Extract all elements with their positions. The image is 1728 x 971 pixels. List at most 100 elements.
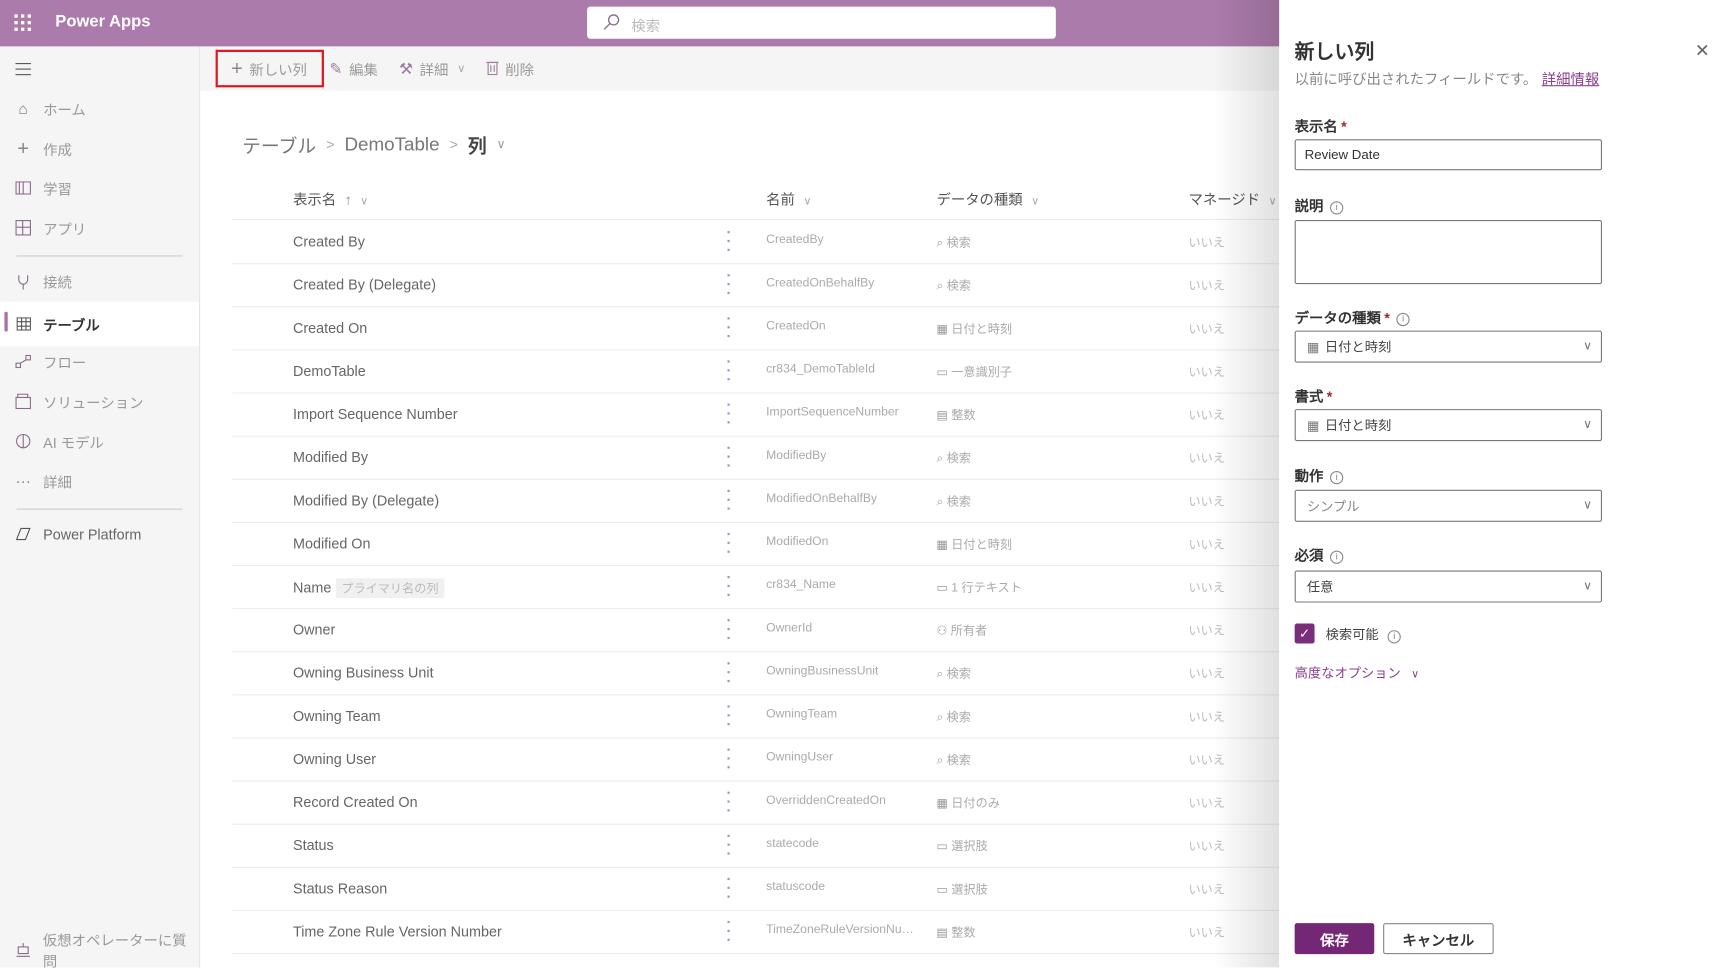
chevron-down-icon[interactable]: ∨ — [497, 137, 506, 151]
sidebar-item-solutions[interactable]: ソリューション — [0, 383, 199, 421]
column-header-name[interactable]: 名前 ∨ — [766, 188, 811, 209]
table-row[interactable]: Owning Team OwningTeam ⌕ 検索 いいえ — [232, 694, 1280, 739]
more-options-icon[interactable] — [727, 274, 731, 295]
solution-icon — [14, 392, 32, 410]
info-icon[interactable]: i — [1330, 470, 1344, 484]
display-name-cell[interactable]: Owner — [293, 621, 335, 638]
more-options-icon[interactable] — [727, 877, 731, 898]
display-name-cell[interactable]: Modified By (Delegate) — [293, 492, 439, 509]
table-row[interactable]: Name プライマリ名の列 cr834_Name ▭ 1 行テキスト いいえ — [232, 565, 1280, 610]
column-header-display-name[interactable]: 表示名 ↑ ∨ — [293, 188, 368, 209]
sidebar-item-home[interactable]: ⌂ ホーム — [0, 90, 199, 128]
more-options-icon[interactable] — [727, 920, 731, 941]
breadcrumb-current[interactable]: 列 — [468, 130, 487, 158]
display-name-cell[interactable]: Time Zone Rule Version Number — [293, 923, 502, 940]
app-title[interactable]: Power Apps — [55, 12, 150, 31]
sidebar-item-connections[interactable]: 接続 — [0, 262, 199, 300]
info-icon[interactable]: i — [1330, 550, 1344, 564]
display-name-cell[interactable]: Created On — [293, 320, 367, 337]
display-name-cell[interactable]: Modified On — [293, 535, 370, 552]
behavior-dropdown[interactable]: シンプル ∨ — [1294, 489, 1603, 522]
display-name-cell[interactable]: Record Created On — [293, 794, 418, 811]
table-row[interactable]: DemoTable cr834_DemoTableId ▭ 一意識別子 いいえ — [232, 349, 1280, 394]
more-options-icon[interactable] — [727, 231, 731, 251]
more-options-icon[interactable] — [727, 317, 731, 338]
learn-more-link[interactable]: 詳細情報 — [1542, 71, 1600, 88]
display-name-cell[interactable]: Status — [293, 837, 334, 854]
display-name-cell[interactable]: Created By — [293, 233, 365, 250]
display-name-cell[interactable]: Import Sequence Number — [293, 406, 458, 423]
display-name-cell[interactable]: Created By (Delegate) — [293, 276, 436, 293]
sidebar-item-tables[interactable]: テーブル — [0, 301, 200, 347]
table-row[interactable]: Import Sequence Number ImportSequenceNumb… — [232, 392, 1280, 437]
close-icon[interactable]: ✕ — [1695, 40, 1710, 62]
more-options-icon[interactable] — [727, 619, 731, 640]
more-options-icon[interactable] — [727, 532, 731, 553]
breadcrumb-table[interactable]: DemoTable — [344, 133, 439, 155]
advanced-options-toggle[interactable]: 高度なオプション ∨ — [1295, 663, 1420, 682]
display-name-input[interactable]: Review Date — [1294, 139, 1603, 171]
more-options-icon[interactable] — [727, 403, 731, 424]
choice-type-icon: ▭ — [936, 883, 948, 897]
table-row[interactable]: Created By (Delegate) CreatedOnBehalfBy ⌕ 検… — [232, 263, 1280, 308]
table-row[interactable]: Modified By ModifiedBy ⌕ 検索 いいえ — [232, 436, 1280, 480]
more-options-icon[interactable] — [727, 834, 731, 855]
info-icon[interactable]: i — [1330, 200, 1344, 215]
display-name-cell[interactable]: DemoTable — [293, 363, 366, 380]
display-name-cell[interactable]: Name プライマリ名の列 — [293, 578, 445, 599]
virtual-agent-button[interactable]: 仮想オペレーターに質問 — [0, 931, 199, 970]
hamburger-menu-icon[interactable] — [15, 63, 31, 80]
sidebar-item-flows[interactable]: フロー — [0, 343, 199, 381]
format-dropdown[interactable]: ▦ 日付と時刻 ∨ — [1294, 409, 1603, 442]
sidebar-item-power-platform[interactable]: Power Platform — [0, 515, 199, 553]
more-options-icon[interactable] — [727, 360, 731, 381]
display-name-cell[interactable]: Owning Business Unit — [293, 664, 434, 681]
sidebar-item-apps[interactable]: アプリ — [0, 209, 199, 247]
table-row[interactable]: Created On CreatedOn ▦ 日付と時刻 いいえ — [232, 306, 1280, 351]
more-options-icon[interactable] — [727, 576, 731, 596]
column-header-data-type[interactable]: データの種類 ∨ — [936, 188, 1039, 209]
more-options-icon[interactable] — [727, 489, 731, 510]
table-row[interactable]: Status statecode ▭ 選択肢 いいえ — [232, 824, 1280, 868]
chevron-down-icon: ∨ — [360, 195, 369, 208]
sidebar-item-more[interactable]: ··· 詳細 — [0, 462, 199, 500]
info-icon[interactable]: i — [1396, 312, 1410, 326]
data-type-dropdown[interactable]: ▦ 日付と時刻 ∨ — [1294, 330, 1603, 363]
more-options-icon[interactable] — [727, 791, 731, 812]
more-options-icon[interactable] — [727, 748, 731, 769]
chevron-down-icon: ∨ — [1583, 579, 1593, 593]
breadcrumb-tables[interactable]: テーブル — [242, 130, 316, 158]
display-name-cell[interactable]: Owning User — [293, 751, 376, 768]
data-type-cell: ▦ 日付と時刻 — [936, 320, 1012, 338]
save-button[interactable]: 保存 — [1294, 923, 1375, 955]
display-name-cell[interactable]: Modified By — [293, 449, 368, 466]
delete-button[interactable]: 削除 — [486, 46, 534, 90]
table-row[interactable]: Time Zone Rule Version Number TimeZoneRul… — [232, 910, 1280, 955]
table-row[interactable]: Modified On ModifiedOn ▦ 日付と時刻 いいえ — [232, 522, 1280, 567]
table-row[interactable]: Status Reason statuscode ▭ 選択肢 いいえ — [232, 867, 1280, 912]
searchable-checkbox[interactable]: ✓ — [1294, 623, 1315, 644]
info-icon[interactable]: i — [1387, 629, 1401, 643]
table-row[interactable]: Owning User OwningUser ⌕ 検索 いいえ — [232, 737, 1280, 782]
app-launcher-icon[interactable] — [14, 14, 32, 32]
display-name-cell[interactable]: Status Reason — [293, 880, 387, 897]
table-row[interactable]: Created By CreatedBy ⌕ 検索 いいえ — [232, 220, 1280, 265]
advanced-button[interactable]: ⚒ 詳細 ∨ — [399, 46, 465, 90]
required-dropdown[interactable]: 任意 ∨ — [1294, 570, 1603, 603]
table-row[interactable]: Owning Business Unit OwningBusinessUnit ⌕ 検… — [232, 651, 1280, 696]
more-options-icon[interactable] — [727, 662, 731, 683]
cancel-button[interactable]: キャンセル — [1383, 923, 1494, 955]
search-box[interactable]: 検索 — [587, 6, 1056, 39]
sidebar-item-ai-models[interactable]: AI モデル — [0, 422, 199, 460]
description-textarea[interactable] — [1294, 220, 1603, 285]
sidebar-item-create[interactable]: + 作成 — [0, 129, 199, 167]
more-options-icon[interactable] — [727, 705, 731, 726]
sidebar-item-learn[interactable]: 学習 — [0, 169, 199, 207]
table-row[interactable]: Owner OwnerId ⚇ 所有者 いいえ — [232, 608, 1280, 653]
display-name-cell[interactable]: Owning Team — [293, 708, 381, 725]
table-row[interactable]: Modified By (Delegate) ModifiedOnBehalfBy… — [232, 479, 1280, 523]
display-name-text: Time Zone Rule Version Number — [292, 923, 502, 940]
table-row[interactable]: Record Created On OverriddenCreatedOn ▦ 日付の… — [232, 781, 1280, 825]
more-options-icon[interactable] — [727, 446, 731, 467]
edit-button[interactable]: ✎ 編集 — [329, 46, 377, 90]
